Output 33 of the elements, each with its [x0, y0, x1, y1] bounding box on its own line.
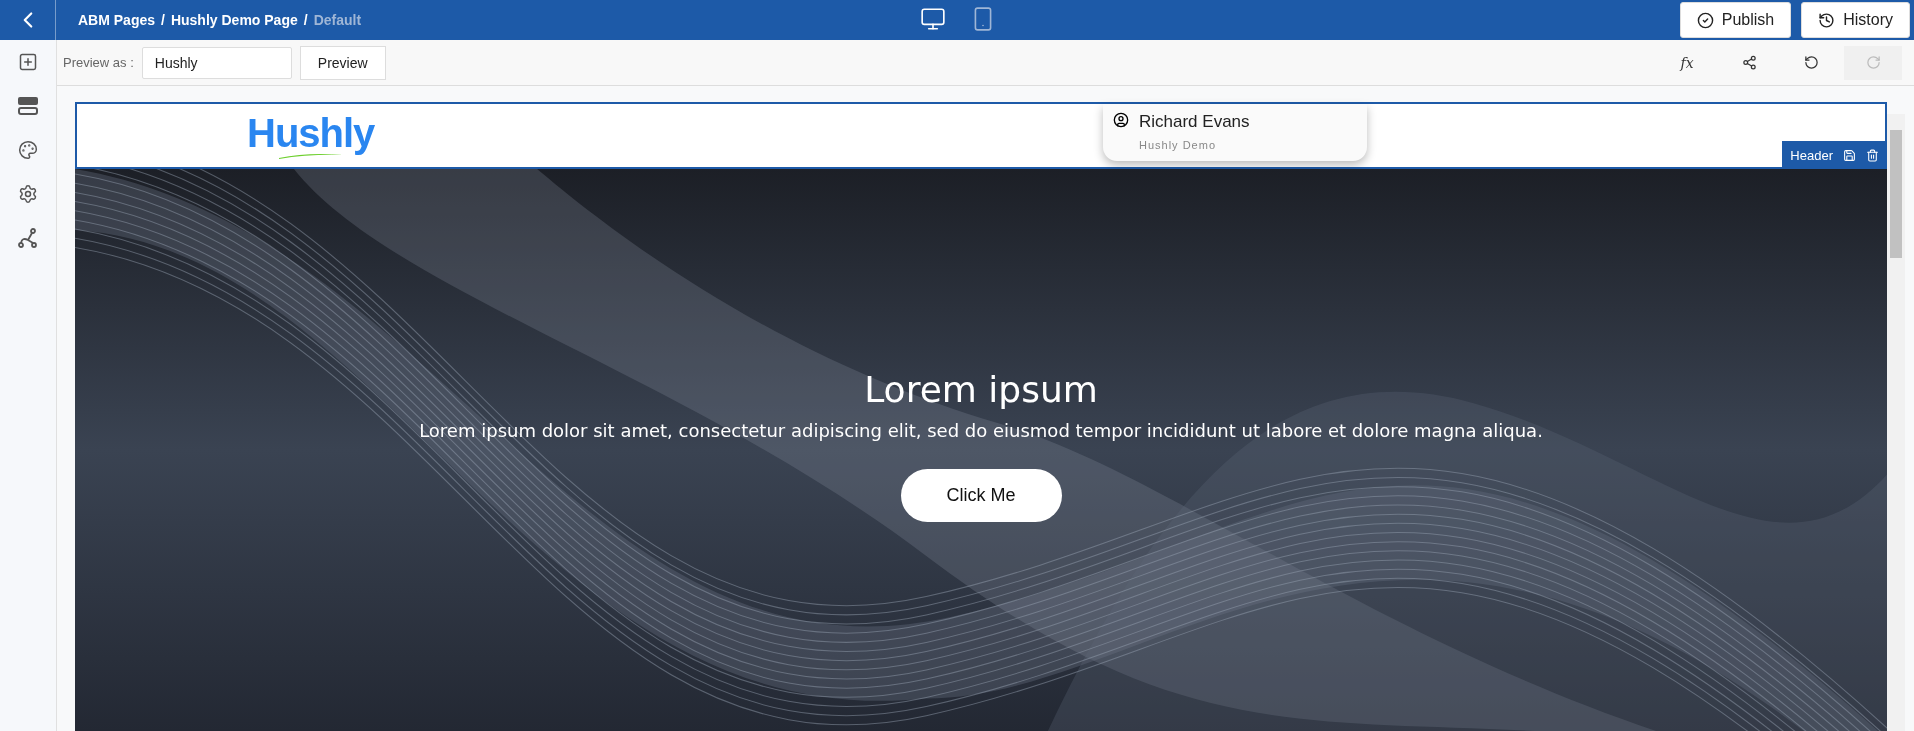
- scrollbar-thumb[interactable]: [1890, 130, 1902, 258]
- breadcrumb-separator: /: [161, 12, 165, 28]
- redo-icon: [1865, 55, 1881, 70]
- logo: Hushly: [247, 112, 375, 153]
- save-button[interactable]: [1843, 148, 1856, 162]
- add-icon[interactable]: [18, 52, 38, 72]
- hero-title: Lorem ipsum: [864, 369, 1098, 410]
- section-tag-label: Header: [1790, 147, 1833, 163]
- visitor-name: Richard Evans: [1139, 112, 1250, 132]
- hero-text: Lorem ipsum dolor sit amet, consectetur adipiscing elit, sed do eiusmod tempor incididunt ut labore et dolore magna aliqua.: [419, 420, 1543, 441]
- publish-button[interactable]: Publish: [1679, 2, 1792, 38]
- share-icon: [1741, 55, 1757, 70]
- function-button[interactable]: fx: [1658, 45, 1716, 80]
- delete-button[interactable]: [1866, 148, 1879, 162]
- desktop-view-button[interactable]: [920, 6, 946, 32]
- undo-icon: [1803, 55, 1819, 70]
- check-circle-icon: [1696, 11, 1714, 29]
- user-icon: [1113, 112, 1129, 128]
- preview-as-label: Preview as :: [63, 55, 134, 70]
- scrollbar[interactable]: [1887, 114, 1905, 731]
- history-icon: [1818, 11, 1836, 29]
- node-graph-icon[interactable]: [18, 228, 38, 248]
- preview-button[interactable]: Preview: [299, 45, 386, 80]
- breadcrumb-separator: /: [303, 12, 308, 28]
- breadcrumb-link[interactable]: Hushly Demo Page: [170, 12, 298, 28]
- sections-icon[interactable]: [17, 96, 39, 116]
- history-button[interactable]: History: [1801, 2, 1910, 38]
- palette-icon[interactable]: [18, 140, 38, 160]
- preview-as-field[interactable]: Hushly: [141, 46, 292, 79]
- visitor-company: Hushly Demo: [1139, 139, 1217, 151]
- click-me-button[interactable]: Click Me: [900, 469, 1062, 522]
- settings-icon[interactable]: [18, 184, 38, 204]
- breadcrumb-link[interactable]: ABM Pages: [78, 12, 156, 28]
